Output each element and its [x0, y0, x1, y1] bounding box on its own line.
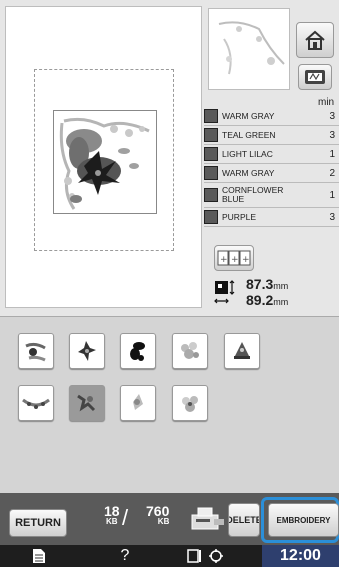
pattern-part-button[interactable] — [120, 333, 156, 369]
pattern-part-6-icon — [22, 398, 50, 409]
thread-name: PURPLE — [222, 211, 257, 222]
settings-icon — [187, 549, 223, 563]
thread-row: CORNFLOWER BLUE 1 — [204, 183, 339, 208]
pattern-part-button[interactable] — [18, 385, 54, 421]
pattern-part-button-selected[interactable] — [69, 385, 105, 421]
pattern-part-5-icon — [234, 342, 250, 359]
pattern-size-icon — [214, 280, 235, 304]
pattern-part-8-icon — [133, 394, 143, 410]
thread-spool-icon — [204, 147, 218, 161]
svg-text:+: + — [231, 255, 239, 265]
floral-design-image — [59, 117, 150, 210]
pattern-part-button[interactable] — [18, 333, 54, 369]
embroidery-frame-button[interactable] — [298, 64, 332, 90]
status-bar: ? 12:00 — [0, 545, 339, 567]
settings-button[interactable] — [172, 545, 242, 567]
memory-used: 18 KB — [104, 503, 120, 526]
pattern-width: 89.2mm — [246, 292, 289, 308]
bottom-toolbar: RETURN 18 KB / 760 KB DELETE EMBROIDERY — [0, 493, 339, 545]
frame-icon — [305, 70, 325, 84]
memory-total: 760 KB — [146, 503, 170, 526]
document-icon — [32, 549, 45, 563]
pattern-height: 87.3mm — [246, 276, 289, 292]
document-button[interactable] — [0, 545, 77, 567]
thread-minutes: 1 — [329, 148, 335, 160]
thread-spool-icon — [204, 128, 218, 142]
thread-spool-icon — [204, 188, 218, 202]
svg-text:+: + — [242, 255, 250, 265]
pattern-selection-panel — [0, 316, 339, 493]
thread-row: PURPLE 3 — [204, 208, 339, 227]
thread-minutes: 3 — [329, 129, 335, 141]
pattern-part-button[interactable] — [120, 385, 156, 421]
pattern-part-3-icon — [130, 342, 145, 361]
thread-spool-icon — [204, 210, 218, 224]
thumbnail-image — [218, 21, 285, 75]
memory-separator: / — [122, 505, 129, 530]
thread-minutes: 3 — [329, 211, 335, 223]
help-button[interactable]: ? — [100, 545, 150, 567]
design-preview — [53, 110, 157, 214]
thread-name: LIGHT LILAC — [222, 148, 273, 159]
thread-name: WARM GRAY — [222, 110, 275, 121]
pattern-part-button[interactable] — [172, 385, 208, 421]
thread-minutes: 2 — [329, 167, 335, 179]
embroidery-button[interactable]: EMBROIDERY — [268, 503, 339, 537]
pattern-part-button[interactable] — [69, 333, 105, 369]
thread-name: TEAL GREEN — [222, 129, 276, 140]
pattern-part-7-icon — [77, 394, 96, 412]
thread-minutes: 3 — [329, 110, 335, 122]
pattern-part-2-icon — [78, 341, 96, 361]
embroidery-frame-outline — [34, 69, 174, 251]
thread-spool-icon — [204, 109, 218, 123]
pattern-part-button[interactable] — [224, 333, 260, 369]
svg-text:+: + — [220, 255, 228, 265]
pattern-part-9-icon — [182, 396, 198, 412]
clock: 12:00 — [262, 545, 339, 567]
thread-minutes: 1 — [329, 189, 335, 201]
pattern-part-button[interactable] — [172, 333, 208, 369]
thread-row: WARM GRAY 2 — [204, 164, 339, 183]
thread-name: WARM GRAY — [222, 167, 275, 178]
home-icon — [305, 30, 325, 50]
design-thumbnail — [208, 8, 290, 90]
thread-spool-icon — [204, 166, 218, 180]
home-button[interactable] — [296, 22, 334, 58]
color-sort-button[interactable]: + + + — [214, 245, 254, 271]
thread-row: TEAL GREEN 3 — [204, 126, 339, 145]
memory-icon — [191, 507, 224, 530]
pattern-part-1-icon — [25, 342, 46, 362]
return-button[interactable]: RETURN — [9, 509, 67, 537]
embroidery-edit-screen: min WARM GRAY 3 TEAL GREEN 3 LIGHT LILAC… — [0, 0, 339, 567]
embroidery-preview-area — [5, 6, 202, 308]
thread-color-list: WARM GRAY 3 TEAL GREEN 3 LIGHT LILAC 1 W… — [204, 107, 339, 227]
thread-name: CORNFLOWER BLUE — [222, 185, 284, 204]
thread-row: WARM GRAY 3 — [204, 107, 339, 126]
thread-row: LIGHT LILAC 1 — [204, 145, 339, 164]
delete-button[interactable]: DELETE — [228, 503, 260, 537]
color-sort-icon: + + + — [217, 250, 251, 266]
pattern-part-4-icon — [181, 342, 199, 359]
